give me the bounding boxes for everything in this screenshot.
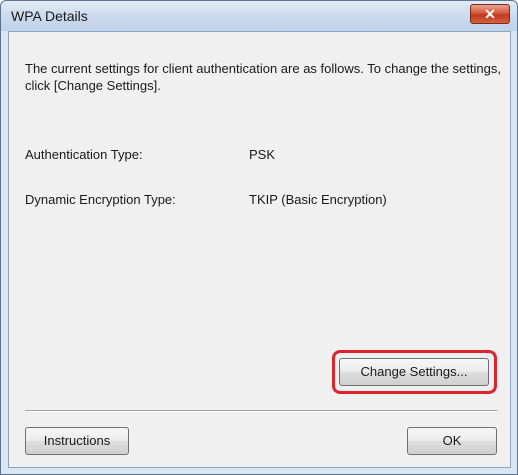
instructions-button[interactable]: Instructions [25, 427, 129, 455]
close-button[interactable]: ✕ [470, 4, 510, 24]
change-settings-button[interactable]: Change Settings... [339, 358, 489, 386]
encryption-type-value: TKIP (Basic Encryption) [249, 192, 387, 207]
close-icon: ✕ [484, 6, 496, 22]
authentication-type-value: PSK [249, 147, 276, 162]
description-text: The current settings for client authenti… [25, 61, 501, 93]
dialog-body: The current settings for client authenti… [8, 31, 511, 468]
dialog-title: WPA Details [11, 8, 88, 24]
separator [25, 410, 497, 412]
ok-button[interactable]: OK [407, 427, 497, 455]
authentication-type-label: Authentication Type: [25, 147, 143, 162]
title-bar: WPA Details ✕ [1, 1, 517, 31]
wpa-details-dialog: WPA Details ✕ The current settings for c… [0, 0, 518, 475]
encryption-type-label: Dynamic Encryption Type: [25, 192, 176, 207]
